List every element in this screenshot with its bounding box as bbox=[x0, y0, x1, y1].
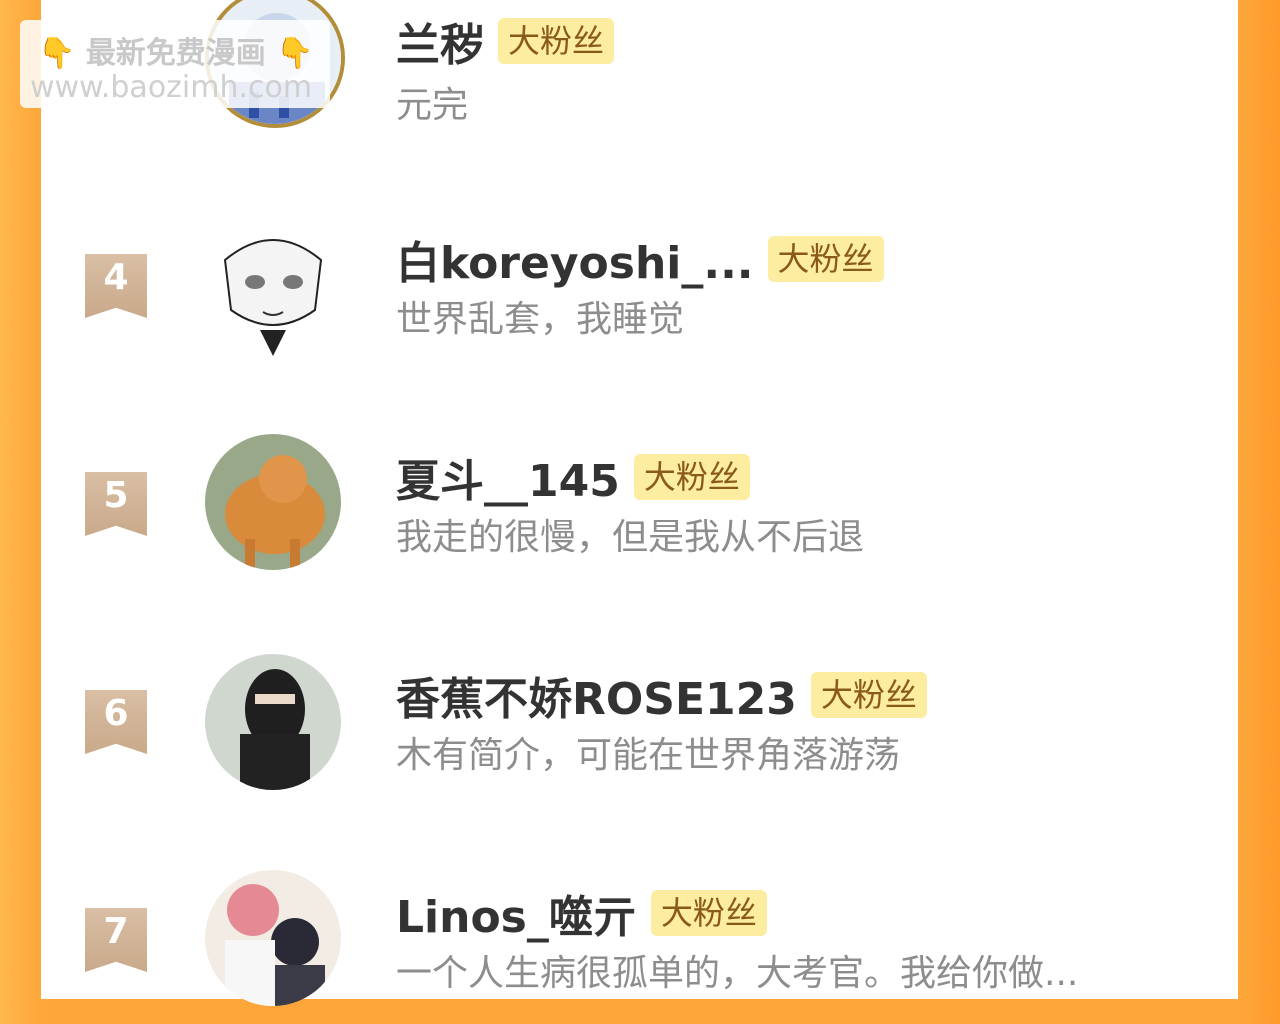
avatar-image bbox=[205, 434, 341, 570]
avatar[interactable] bbox=[205, 220, 341, 356]
watermark-url: www.baozimh.com bbox=[30, 70, 313, 105]
avatar[interactable] bbox=[205, 434, 341, 570]
avatar-image bbox=[205, 654, 341, 790]
fan-badge: 大粉丝 bbox=[810, 672, 927, 718]
user-name[interactable]: Linos_噬亓 bbox=[396, 881, 637, 945]
list-item[interactable]: 5 夏斗__145 大粉丝 我走的很慢，但是我从不后退 bbox=[41, 428, 1238, 588]
user-name[interactable]: 兰秽 bbox=[396, 9, 484, 73]
fan-badge: 大粉丝 bbox=[767, 236, 884, 282]
avatar[interactable] bbox=[205, 654, 341, 790]
user-bio: 我走的很慢，但是我从不后退 bbox=[396, 517, 865, 558]
rank-tag: 7 bbox=[85, 908, 147, 972]
list-item[interactable]: 7 Linos_噬亓 大粉丝 一个人生病很孤单的，大考官。我给你做... bbox=[41, 864, 1238, 1024]
rank-tag: 5 bbox=[85, 472, 147, 536]
fan-badge: 大粉丝 bbox=[498, 18, 615, 64]
user-bio: 世界乱套，我睡觉 bbox=[396, 299, 685, 340]
list-item[interactable]: 4 白koreyoshi_... 大粉丝 世界乱套，我睡觉 bbox=[41, 210, 1238, 370]
fan-ranking-panel: 兰秽 大粉丝 元完 4 白koreyoshi_... 大粉丝 世界乱套，我睡觉 … bbox=[41, 0, 1238, 1006]
rank-tag: 6 bbox=[85, 690, 147, 754]
fan-badge: 大粉丝 bbox=[633, 454, 750, 500]
user-name[interactable]: 香蕉不娇ROSE123 bbox=[396, 663, 797, 727]
pointing-down-icon: 👇 bbox=[276, 36, 314, 71]
pointing-down-icon: 👇 bbox=[38, 36, 76, 71]
watermark: 👇 最新免费漫画 👇 www.baozimh.com bbox=[20, 20, 330, 108]
avatar-image bbox=[205, 870, 341, 1006]
user-name[interactable]: 白koreyoshi_... bbox=[396, 227, 754, 291]
avatar[interactable] bbox=[205, 870, 341, 1006]
user-name[interactable]: 夏斗__145 bbox=[396, 445, 620, 509]
avatar-image bbox=[205, 220, 341, 356]
user-bio: 元完 bbox=[396, 85, 469, 126]
list-item[interactable]: 6 香蕉不娇ROSE123 大粉丝 木有简介，可能在世界角落游荡 bbox=[41, 646, 1238, 806]
watermark-text: 最新免费漫画 bbox=[85, 36, 266, 71]
fan-badge: 大粉丝 bbox=[650, 890, 767, 936]
rank-tag: 4 bbox=[85, 254, 147, 318]
user-bio: 一个人生病很孤单的，大考官。我给你做... bbox=[396, 953, 1079, 994]
watermark-title: 👇 最新免费漫画 👇 bbox=[38, 28, 314, 72]
user-bio: 木有简介，可能在世界角落游荡 bbox=[396, 735, 901, 776]
